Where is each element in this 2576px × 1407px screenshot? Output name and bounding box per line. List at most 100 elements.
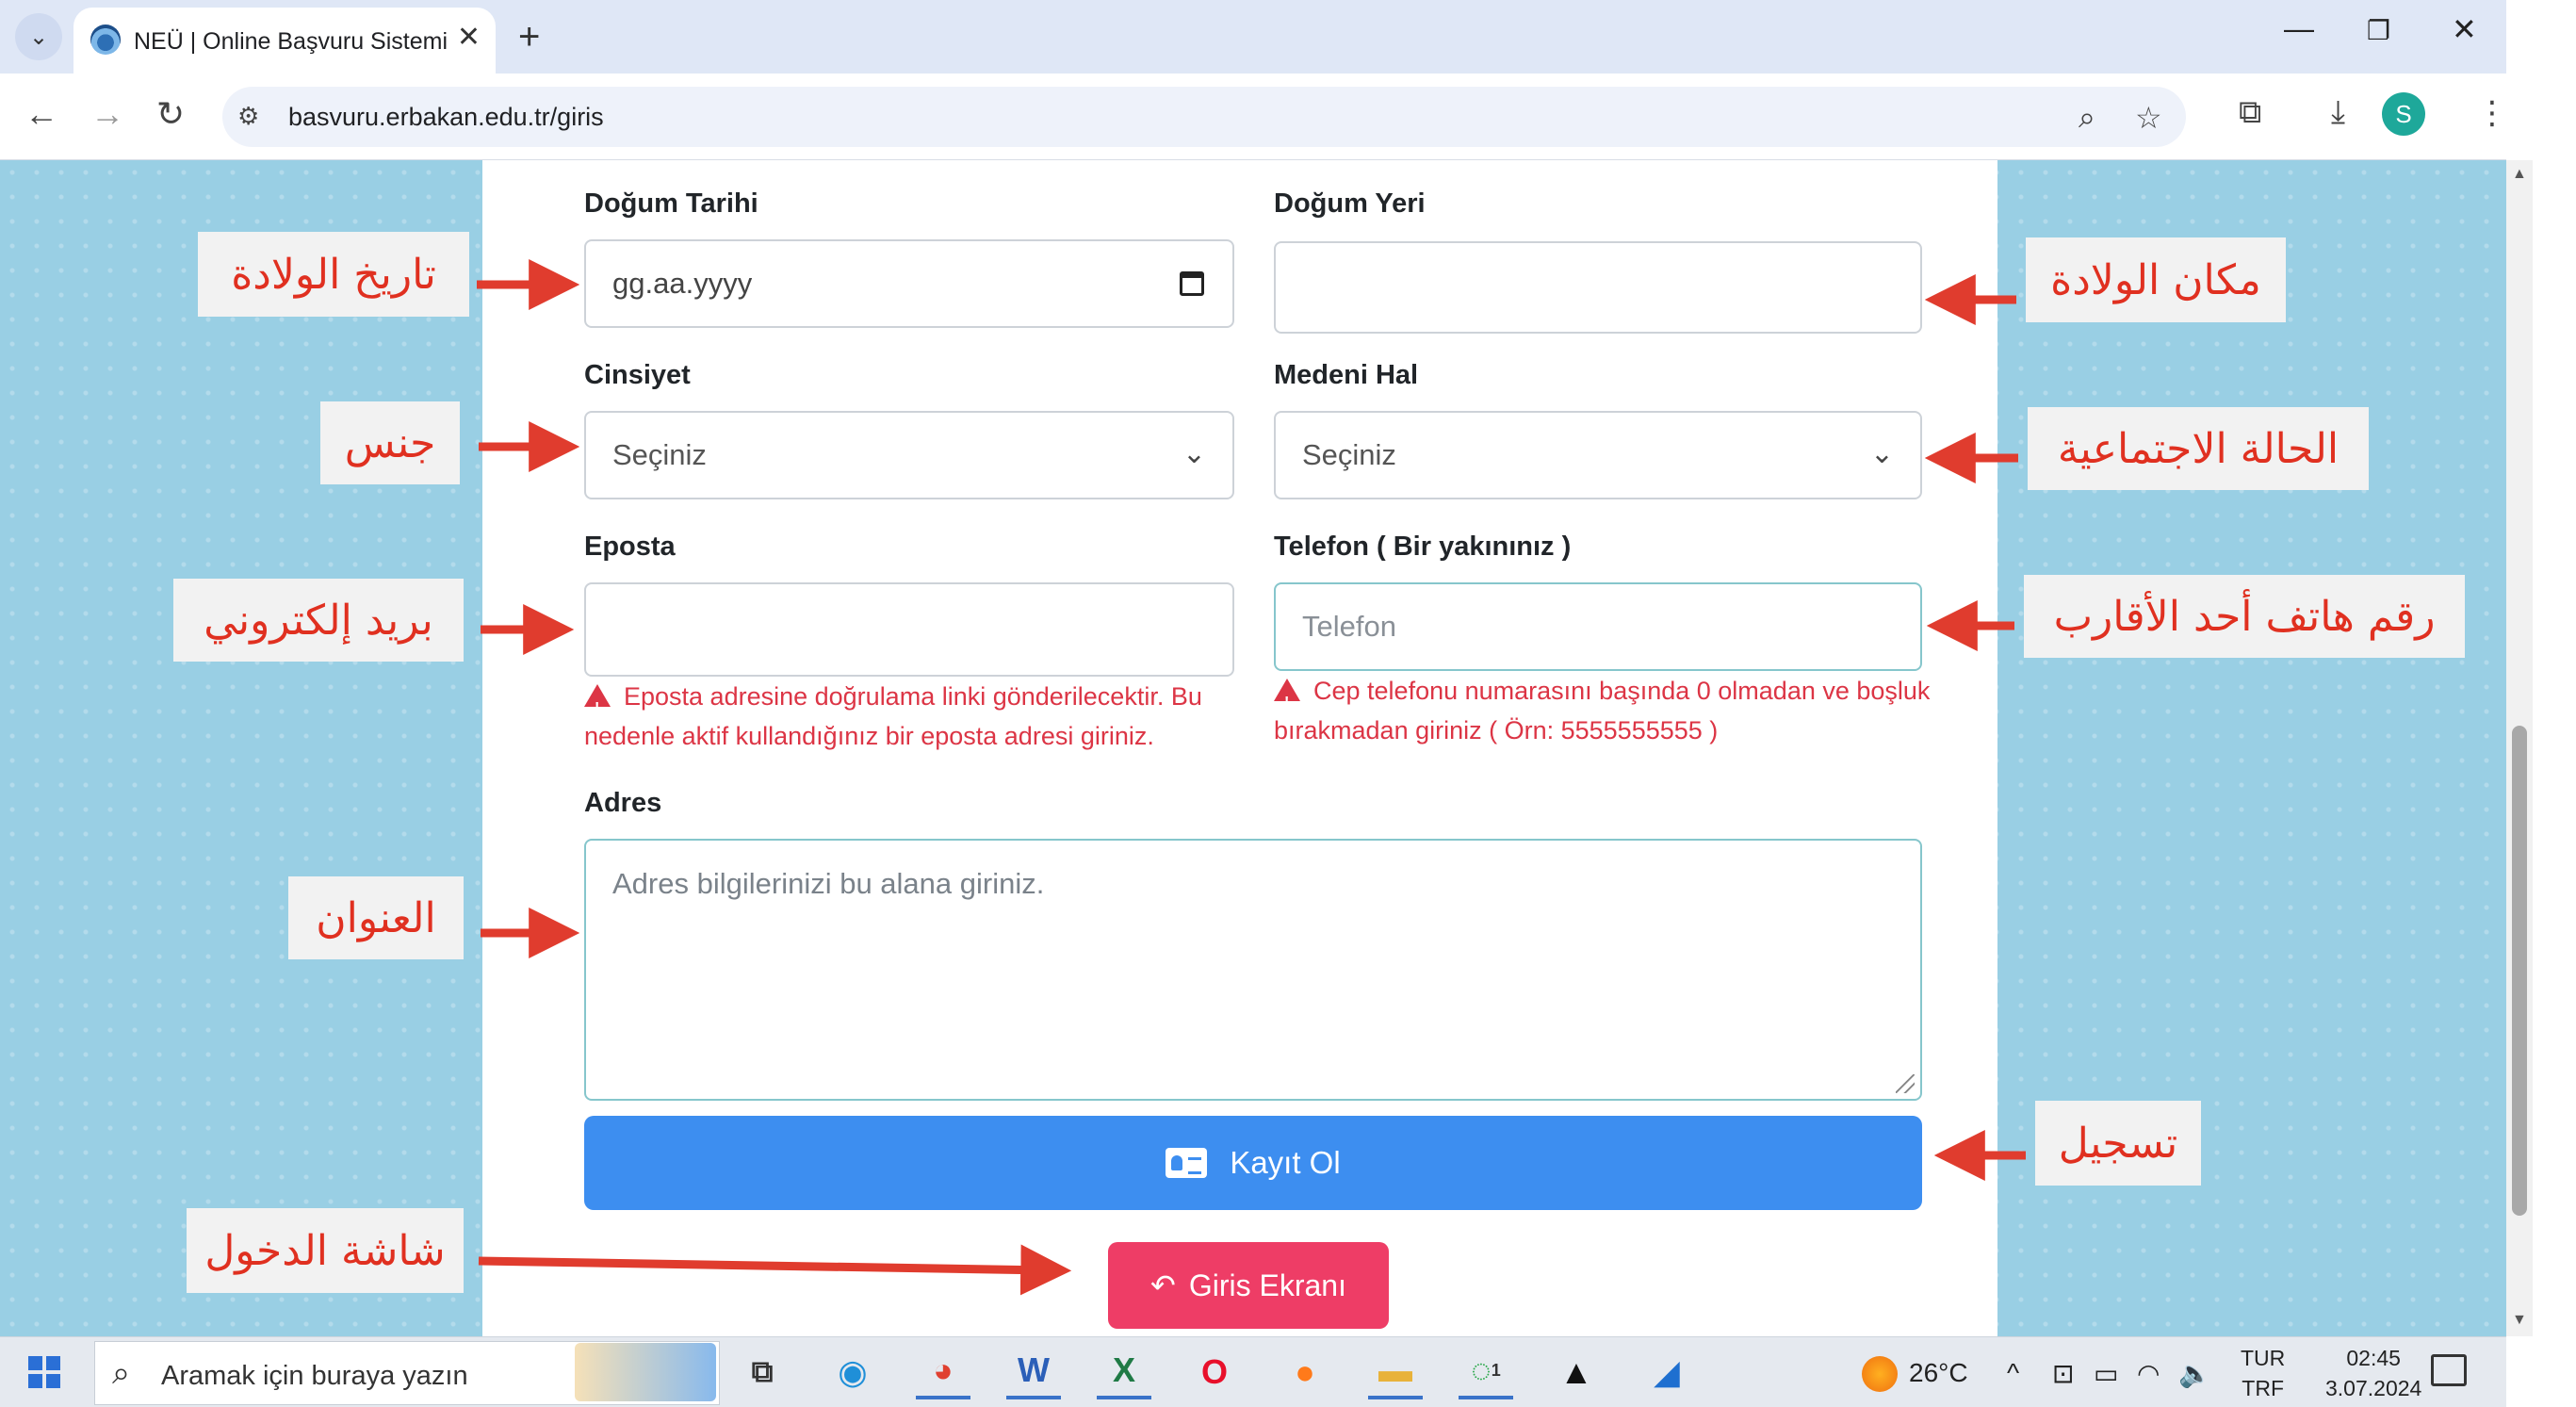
temperature: 26°C xyxy=(1909,1358,1968,1387)
page-scrollbar[interactable]: ▲ ▼ xyxy=(2506,160,2533,1336)
annotation-birth-date: تاريخ الولادة xyxy=(198,232,469,317)
bookmark-star-icon[interactable]: ☆ xyxy=(2135,100,2162,136)
extensions-icon[interactable]: ⧉ xyxy=(2239,94,2261,131)
search-highlight-image xyxy=(575,1343,716,1401)
login-button-label: Giris Ekranı xyxy=(1188,1268,1346,1302)
warning-icon xyxy=(584,684,611,728)
chrome-browser-icon[interactable]: ◕ xyxy=(916,1345,970,1399)
annotation-phone: رقم هاتف أحد الأقارب xyxy=(2024,575,2465,658)
annotation-login: شاشة الدخول xyxy=(187,1208,464,1293)
tray-device-icon[interactable]: ⊡ xyxy=(2052,1358,2074,1389)
site-favicon-icon xyxy=(90,25,121,55)
taskbar-search-placeholder: Aramak için buraya yazın xyxy=(161,1361,468,1391)
register-button[interactable]: Kayıt Ol xyxy=(584,1116,1922,1210)
resize-handle-icon[interactable] xyxy=(1896,1074,1915,1093)
zoom-icon[interactable]: ⌕ xyxy=(2079,100,2095,136)
close-window-icon[interactable]: ✕ xyxy=(2452,11,2477,47)
whatsapp-app-icon[interactable]: ◌ 1 xyxy=(1459,1345,1513,1399)
menu-icon[interactable]: ⋮ xyxy=(2476,94,2508,132)
tray-battery-icon[interactable]: ▭ xyxy=(2094,1358,2118,1389)
close-tab-icon[interactable]: ✕ xyxy=(457,21,481,54)
phone-hint-text: Cep telefonu numarasını başında 0 olmada… xyxy=(1274,677,1931,744)
edge-browser-icon[interactable]: ◉ xyxy=(825,1345,880,1399)
app-wave-icon[interactable]: ◢ xyxy=(1639,1345,1694,1399)
reload-icon[interactable]: ↻ xyxy=(156,94,185,134)
reply-arrow-icon: ↶ xyxy=(1150,1268,1176,1302)
browser-tab-bar: ⌄ NEÜ | Online Başvuru Sistemi ✕ + — ❐ ✕ xyxy=(0,0,2506,74)
excel-app-icon[interactable]: X xyxy=(1097,1345,1151,1399)
address-placeholder: Adres bilgilerinizi bu alana giriniz. xyxy=(612,867,1045,900)
address-bar[interactable]: ⚙ basvuru.erbakan.edu.tr/giris ⌕ ☆ xyxy=(222,87,2186,147)
email-input[interactable] xyxy=(584,582,1234,677)
scroll-down-icon[interactable]: ▼ xyxy=(2512,1312,2527,1329)
register-button-label: Kayıt Ol xyxy=(1230,1145,1341,1180)
phone-input[interactable]: Telefon xyxy=(1274,582,1922,671)
marital-status-select[interactable]: Seçiniz ⌄ xyxy=(1274,411,1922,499)
address-textarea[interactable]: Adres bilgilerinizi bu alana giriniz. xyxy=(584,839,1922,1101)
forward-icon[interactable]: → xyxy=(90,94,124,134)
marital-status-label: Medeni Hal xyxy=(1274,360,1419,390)
tray-volume-icon[interactable]: 🔈 xyxy=(2178,1358,2211,1389)
chevron-down-icon: ⌄ xyxy=(1869,437,1894,469)
annotation-email: بريد إلكتروني xyxy=(173,579,464,662)
calendar-icon[interactable] xyxy=(1180,271,1204,296)
tab-title: NEÜ | Online Başvuru Sistemi xyxy=(134,28,448,55)
clock-time: 02:45 xyxy=(2346,1346,2401,1370)
file-explorer-icon[interactable]: ▬ xyxy=(1368,1345,1423,1399)
url-text: basvuru.erbakan.edu.tr/giris xyxy=(288,103,604,131)
warning-icon xyxy=(1274,679,1300,723)
system-clock[interactable]: 02:45 3.07.2024 xyxy=(2325,1343,2421,1403)
outer-margin xyxy=(2533,0,2576,1407)
page-background: Doğum Tarihi gg.aa.yyyy Doğum Yeri Cinsi… xyxy=(0,160,2506,1336)
firefox-browser-icon[interactable]: ● xyxy=(1278,1345,1332,1399)
email-hint: Eposta adresine doğrulama linki gönderil… xyxy=(584,677,1244,756)
task-view-icon[interactable]: ⧉ xyxy=(735,1345,790,1399)
language-code-2: TRF xyxy=(2242,1376,2284,1400)
birth-date-placeholder: gg.aa.yyyy xyxy=(612,267,753,300)
profile-avatar[interactable]: S xyxy=(2382,92,2425,136)
clock-date: 3.07.2024 xyxy=(2325,1376,2422,1400)
windows-taskbar: ⌕ Aramak için buraya yazın ⧉ ◉ ◕ W X O ●… xyxy=(0,1336,2506,1407)
browser-toolbar: ← → ↻ ⚙ basvuru.erbakan.edu.tr/giris ⌕ ☆… xyxy=(0,74,2508,160)
input-language[interactable]: TUR TRF xyxy=(2241,1343,2285,1403)
annotation-marital: الحالة الاجتماعية xyxy=(2028,407,2369,490)
login-screen-button[interactable]: ↶ Giris Ekranı xyxy=(1108,1242,1389,1329)
birth-place-label: Doğum Yeri xyxy=(1274,188,1426,219)
gender-select[interactable]: Seçiniz ⌄ xyxy=(584,411,1234,499)
scroll-thumb[interactable] xyxy=(2512,726,2527,1216)
notification-center-icon[interactable] xyxy=(2431,1354,2467,1386)
birth-place-input[interactable] xyxy=(1274,241,1922,334)
chevron-down-icon: ⌄ xyxy=(1182,437,1206,469)
annotation-gender: جنس xyxy=(320,401,460,484)
tab-search-button[interactable]: ⌄ xyxy=(15,13,62,60)
phone-hint: Cep telefonu numarasını başında 0 olmada… xyxy=(1274,671,1933,750)
registration-form: Doğum Tarihi gg.aa.yyyy Doğum Yeri Cinsi… xyxy=(482,160,1997,1336)
weather-sun-icon[interactable] xyxy=(1862,1356,1898,1392)
windows-start-icon[interactable] xyxy=(28,1356,60,1388)
tray-network-icon[interactable]: ◠ xyxy=(2137,1358,2160,1389)
new-tab-icon[interactable]: + xyxy=(518,13,540,60)
search-icon: ⌕ xyxy=(112,1355,131,1391)
site-info-icon[interactable]: ⚙ xyxy=(237,102,259,131)
restore-icon[interactable]: ❐ xyxy=(2367,15,2390,46)
pdf-reader-icon[interactable]: ▲ xyxy=(1549,1345,1604,1399)
opera-browser-icon[interactable]: O xyxy=(1187,1345,1242,1399)
word-app-icon[interactable]: W xyxy=(1006,1345,1061,1399)
annotation-register: تسجيل xyxy=(2035,1101,2201,1186)
browser-tab[interactable]: NEÜ | Online Başvuru Sistemi ✕ xyxy=(73,8,496,74)
id-card-icon xyxy=(1166,1148,1208,1178)
annotation-birth-place: مكان الولادة xyxy=(2026,237,2286,322)
address-label: Adres xyxy=(584,788,662,818)
marital-selected-value: Seçiniz xyxy=(1302,438,1396,471)
email-hint-text: Eposta adresine doğrulama linki gönderil… xyxy=(584,682,1202,750)
tray-expand-icon[interactable]: ^ xyxy=(2007,1358,2019,1388)
download-icon[interactable]: ⤓ xyxy=(2331,94,2345,131)
scroll-up-icon[interactable]: ▲ xyxy=(2512,166,2527,183)
annotation-address: العنوان xyxy=(288,876,464,959)
email-label: Eposta xyxy=(584,532,676,562)
chevron-down-icon: ⌄ xyxy=(28,24,49,50)
birth-date-label: Doğum Tarihi xyxy=(584,188,758,219)
minimize-icon[interactable]: — xyxy=(2284,11,2314,46)
birth-date-input[interactable]: gg.aa.yyyy xyxy=(584,239,1234,328)
back-icon[interactable]: ← xyxy=(24,94,58,134)
